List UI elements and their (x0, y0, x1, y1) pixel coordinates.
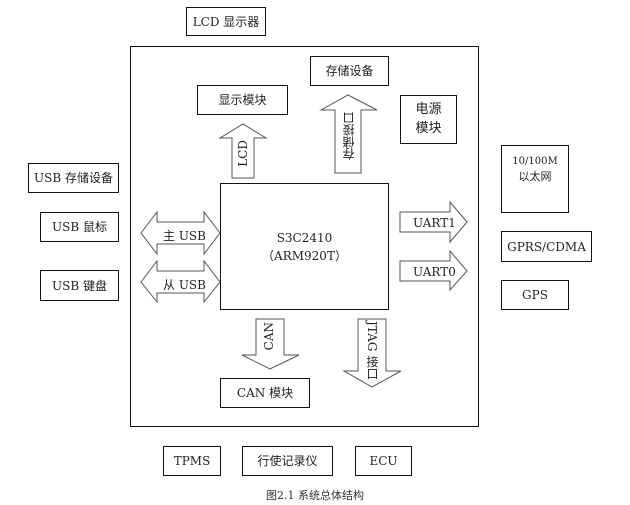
usb-mouse-label: USB 鼠标 (52, 220, 107, 234)
storage-device-box: 存储设备 (310, 56, 389, 86)
figure-caption: 图2.1 系统总体结构 (266, 489, 364, 502)
usb-keyboard-box: USB 键盘 (40, 270, 119, 301)
gprs-cdma-label: GPRS/CDMA (507, 239, 586, 254)
jtag-arrow-label: JTAG 接口 (365, 321, 379, 380)
tpms-box: TPMS (163, 446, 221, 476)
can-module-box: CAN 模块 (220, 378, 310, 408)
lcd-display-box: LCD 显示器 (186, 7, 266, 36)
lcd-display-label: LCD 显示器 (192, 14, 260, 29)
can-arrow-label: CAN (262, 322, 276, 351)
power-module-box: 电源 模块 (400, 95, 457, 144)
lcd-arrow-label: LCD (236, 140, 250, 167)
usb-mouse-box: USB 鼠标 (40, 212, 119, 242)
usb-slave-arrow-label: 从 USB (163, 278, 206, 292)
storage-interface-arrow-label: 存储接口 (342, 112, 356, 160)
ethernet-label: 以太网 (518, 170, 552, 183)
ethernet-speed-label: 10/100M (512, 156, 558, 167)
usb-host-arrow-label: 主 USB (163, 229, 206, 243)
display-module-box: 显示模块 (197, 85, 288, 115)
gps-label: GPS (522, 288, 548, 302)
storage-device-label: 存储设备 (325, 64, 374, 78)
display-module-label: 显示模块 (218, 93, 267, 107)
cpu-block: S3C2410 （ARM920T） (220, 183, 389, 310)
uart1-arrow-label: UART1 (413, 216, 456, 230)
cpu-name: S3C2410 (276, 230, 333, 245)
gprs-cdma-box: GPRS/CDMA (501, 231, 592, 262)
power-label-2: 模块 (415, 120, 442, 136)
cpu-core: （ARM920T） (262, 248, 347, 263)
recorder-box: 行使记录仪 (242, 446, 333, 476)
uart0-arrow-label: UART0 (413, 265, 456, 279)
recorder-label: 行使记录仪 (257, 454, 318, 468)
tpms-label: TPMS (173, 454, 211, 468)
usb-storage-box: USB 存储设备 (28, 163, 119, 193)
can-module-label: CAN 模块 (236, 386, 294, 400)
usb-storage-label: USB 存储设备 (34, 171, 113, 185)
power-label-1: 电源 (415, 102, 442, 118)
ethernet-box: 10/100M 以太网 (501, 145, 569, 213)
gps-box: GPS (501, 280, 569, 310)
ecu-box: ECU (355, 446, 412, 476)
ecu-label: ECU (369, 454, 398, 468)
usb-keyboard-label: USB 键盘 (52, 278, 107, 293)
